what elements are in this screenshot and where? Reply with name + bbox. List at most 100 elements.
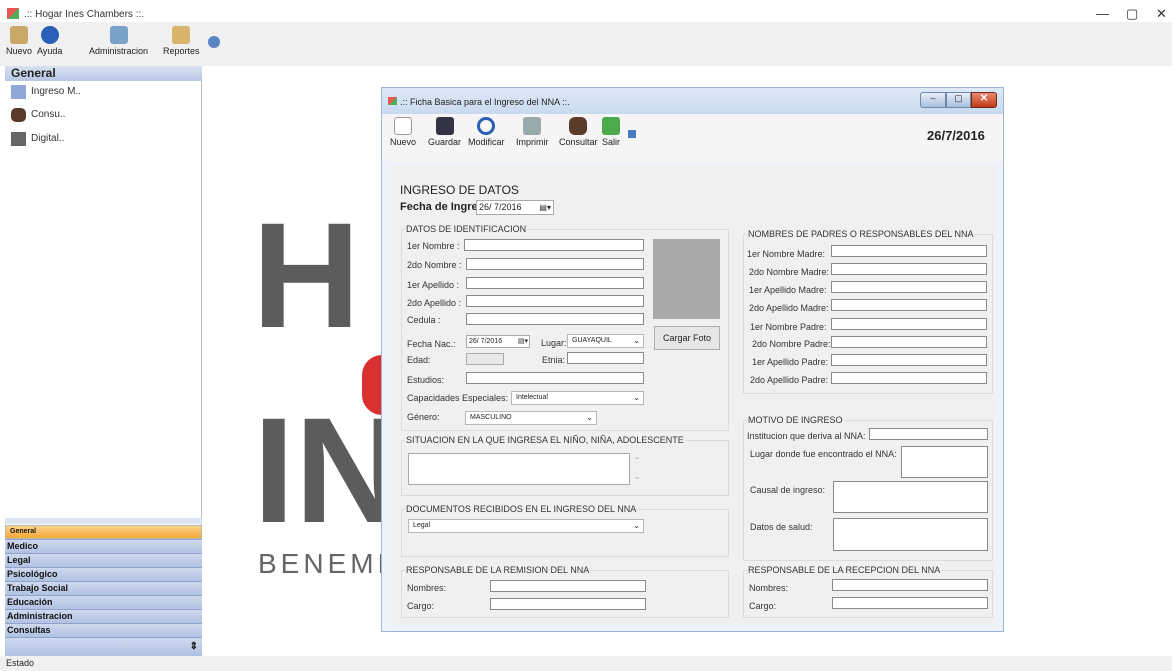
capacidades-select[interactable]: Intelectual ⌄ <box>511 391 644 405</box>
dialog-toolbar: Nuevo Guardar Modificar Imprimir Consult… <box>382 114 1003 161</box>
fecha-nac-picker[interactable]: 26/ 7/2016 ▤▾ <box>466 335 530 348</box>
salud-input[interactable] <box>833 518 988 551</box>
globe-icon[interactable] <box>208 36 220 48</box>
nav-administracion[interactable]: Administracion <box>5 609 202 623</box>
madre-apellido2-label: 2do Apellido Madre: <box>749 303 829 313</box>
nav-general[interactable]: General <box>5 525 202 539</box>
causal-input[interactable] <box>833 481 988 513</box>
dialog-close-button[interactable]: ✕ <box>971 92 997 108</box>
nav-footer[interactable]: ⇕ <box>5 637 202 656</box>
nombre1-input[interactable] <box>464 239 644 251</box>
cargar-foto-button[interactable]: Cargar Foto <box>654 326 720 350</box>
logo-subtitle: BENEMÉ <box>258 548 401 579</box>
documentos-select[interactable]: Legal ⌄ <box>408 519 644 533</box>
dlg-imprimir-button[interactable]: Imprimir <box>516 117 549 147</box>
sidebar-item-ingreso[interactable]: Ingreso M.. <box>9 83 81 101</box>
madre-nombre1-label: 1er Nombre Madre: <box>747 249 826 259</box>
app-icon <box>7 8 19 19</box>
chevron-down-icon: ⌄ <box>633 336 640 345</box>
nuevo-button[interactable]: Nuevo <box>6 26 32 56</box>
lugar-select[interactable]: GUAYAQUIL ⌄ <box>567 334 644 348</box>
sidebar-header: General <box>5 66 202 81</box>
nav-educacion[interactable]: Educación <box>5 595 202 609</box>
situacion-textarea[interactable] <box>408 453 630 485</box>
sidebar-item-consulta[interactable]: Consu.. <box>9 106 65 124</box>
madre-nombre2-input[interactable] <box>831 263 987 275</box>
expand-icon: ⇕ <box>189 641 198 652</box>
etnia-input[interactable] <box>567 352 644 364</box>
lugar-label: Lugar: <box>541 338 567 348</box>
small-db-icon[interactable] <box>628 130 636 138</box>
print-icon <box>523 117 542 135</box>
administracion-button[interactable]: Administracion <box>89 26 148 56</box>
padre-nombre2-input[interactable] <box>831 336 987 348</box>
padre-nombre1-label: 1er Nombre Padre: <box>750 322 827 332</box>
ayuda-button[interactable]: Ayuda <box>37 26 62 56</box>
chevron-down-icon: ⌄ <box>586 413 593 422</box>
recepcion-cargo-input[interactable] <box>832 597 988 609</box>
genero-select[interactable]: MASCULINO ⌄ <box>465 411 597 425</box>
main-toolbar: Nuevo Ayuda Administracion Reportes <box>0 22 1172 66</box>
users-icon <box>10 26 28 44</box>
apellido1-input[interactable] <box>466 277 644 289</box>
nav-splitter[interactable] <box>5 518 202 524</box>
sidebar: General Ingreso M.. Consu.. Digital.. Ge… <box>5 66 202 656</box>
refresh-icon <box>477 117 496 135</box>
padre-apellido1-input[interactable] <box>831 354 987 366</box>
remision-title: RESPONSABLE DE LA REMISION DEL NNA <box>405 565 591 575</box>
nombre2-label: 2do Nombre : <box>407 260 462 270</box>
lugar-encontrado-label: Lugar donde fue encontrado el NNA: <box>750 449 897 459</box>
etnia-label: Etnia: <box>542 355 566 365</box>
nav-psicologico[interactable]: Psicológico <box>5 567 202 581</box>
apellido2-input[interactable] <box>466 295 644 307</box>
madre-apellido1-input[interactable] <box>831 281 987 293</box>
minimize-button[interactable]: — <box>1096 6 1109 21</box>
nav-medico[interactable]: Medico <box>5 539 202 553</box>
new-doc-icon <box>394 117 412 135</box>
textarea-scrollbar[interactable]: ⌃ ⌄ <box>634 453 641 485</box>
remision-cargo-input[interactable] <box>490 598 646 610</box>
edit-icon <box>11 85 26 99</box>
dialog-date: 26/7/2016 <box>927 128 985 143</box>
padre-apellido1-label: 1er Apellido Padre: <box>752 357 829 367</box>
edad-input[interactable] <box>466 353 504 365</box>
nav-legal[interactable]: Legal <box>5 553 202 567</box>
salud-label: Datos de salud: <box>750 522 813 532</box>
motivo-title: MOTIVO DE INGRESO <box>747 415 844 425</box>
dlg-guardar-button[interactable]: Guardar <box>428 117 461 147</box>
dlg-consultar-button[interactable]: Consultar <box>559 117 598 147</box>
documentos-title: DOCUMENTOS RECIBIDOS EN EL INGRESO DEL N… <box>405 504 638 514</box>
madre-apellido2-input[interactable] <box>831 299 987 311</box>
estudios-input[interactable] <box>466 372 644 384</box>
remision-cargo-label: Cargo: <box>407 601 435 611</box>
reports-icon <box>172 26 191 44</box>
padre-nombre1-input[interactable] <box>831 318 987 330</box>
cedula-input[interactable] <box>466 313 644 325</box>
dlg-modificar-button[interactable]: Modificar <box>468 117 505 147</box>
dlg-salir-button[interactable]: Salir <box>602 117 620 147</box>
padre-apellido2-input[interactable] <box>831 372 987 384</box>
nav-trabajo-social[interactable]: Trabajo Social <box>5 581 202 595</box>
nombre2-input[interactable] <box>466 258 644 270</box>
institucion-input[interactable] <box>869 428 988 440</box>
maximize-button[interactable]: ▢ <box>1126 6 1138 22</box>
fecha-ingreso-picker[interactable]: 26/ 7/2016 ▤▾ <box>476 200 554 215</box>
calendar-dropdown-icon: ▤▾ <box>517 338 528 345</box>
recepcion-group <box>743 570 993 618</box>
institucion-label: Institucion que deriva al NNA: <box>747 431 866 441</box>
photo-placeholder <box>653 239 720 319</box>
dlg-nuevo-button[interactable]: Nuevo <box>390 117 416 147</box>
exit-icon <box>602 117 620 135</box>
dialog-minimize-button[interactable]: – <box>920 92 946 108</box>
close-button[interactable]: ✕ <box>1156 6 1167 22</box>
madre-nombre1-input[interactable] <box>831 245 987 257</box>
lugar-encontrado-input[interactable] <box>901 446 988 478</box>
recepcion-nombres-input[interactable] <box>832 579 988 591</box>
recepcion-cargo-label: Cargo: <box>749 601 777 611</box>
remision-nombres-input[interactable] <box>490 580 646 592</box>
nav-consultas[interactable]: Consultas <box>5 623 202 637</box>
sidebar-item-digital[interactable]: Digital.. <box>9 130 64 148</box>
documentos-group <box>401 509 729 557</box>
dialog-maximize-button[interactable]: ▢ <box>946 92 971 108</box>
reportes-button[interactable]: Reportes <box>163 26 200 56</box>
